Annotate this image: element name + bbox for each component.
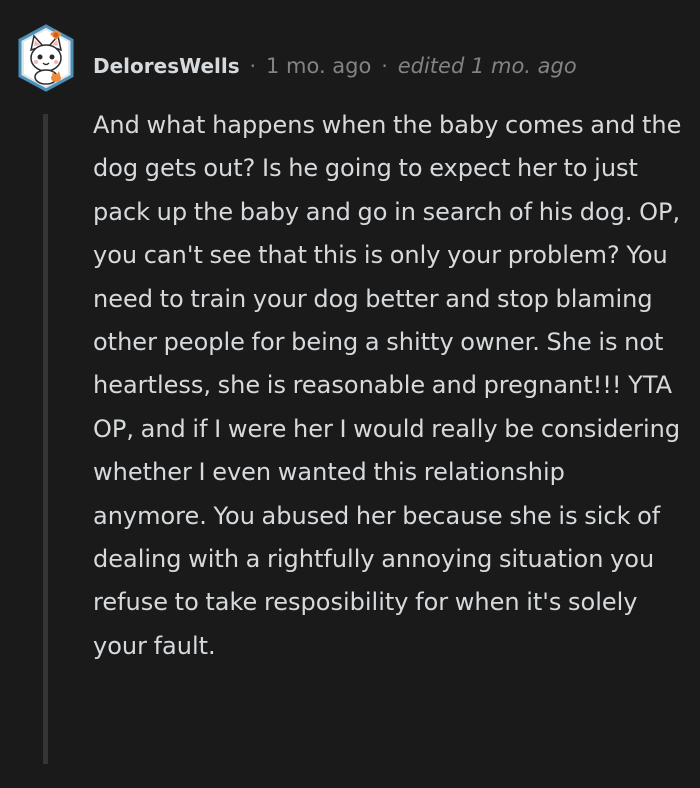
user-avatar[interactable] xyxy=(16,22,76,94)
comment-body: And what happens when the baby comes and… xyxy=(93,111,682,660)
username-link[interactable]: DeloresWells xyxy=(93,48,240,84)
cat-avatar-icon xyxy=(18,24,74,92)
timestamp-link[interactable]: 1 mo. ago xyxy=(266,48,371,84)
meta-separator: · xyxy=(381,54,388,78)
comment-header: DeloresWells · 1 mo. ago · edited 1 mo. … xyxy=(93,48,577,84)
edited-label: edited 1 mo. ago xyxy=(397,54,577,78)
thread-collapse-line[interactable] xyxy=(43,114,48,764)
comment: DeloresWells · 1 mo. ago · edited 1 mo. … xyxy=(0,0,700,788)
meta-separator: · xyxy=(249,54,256,78)
